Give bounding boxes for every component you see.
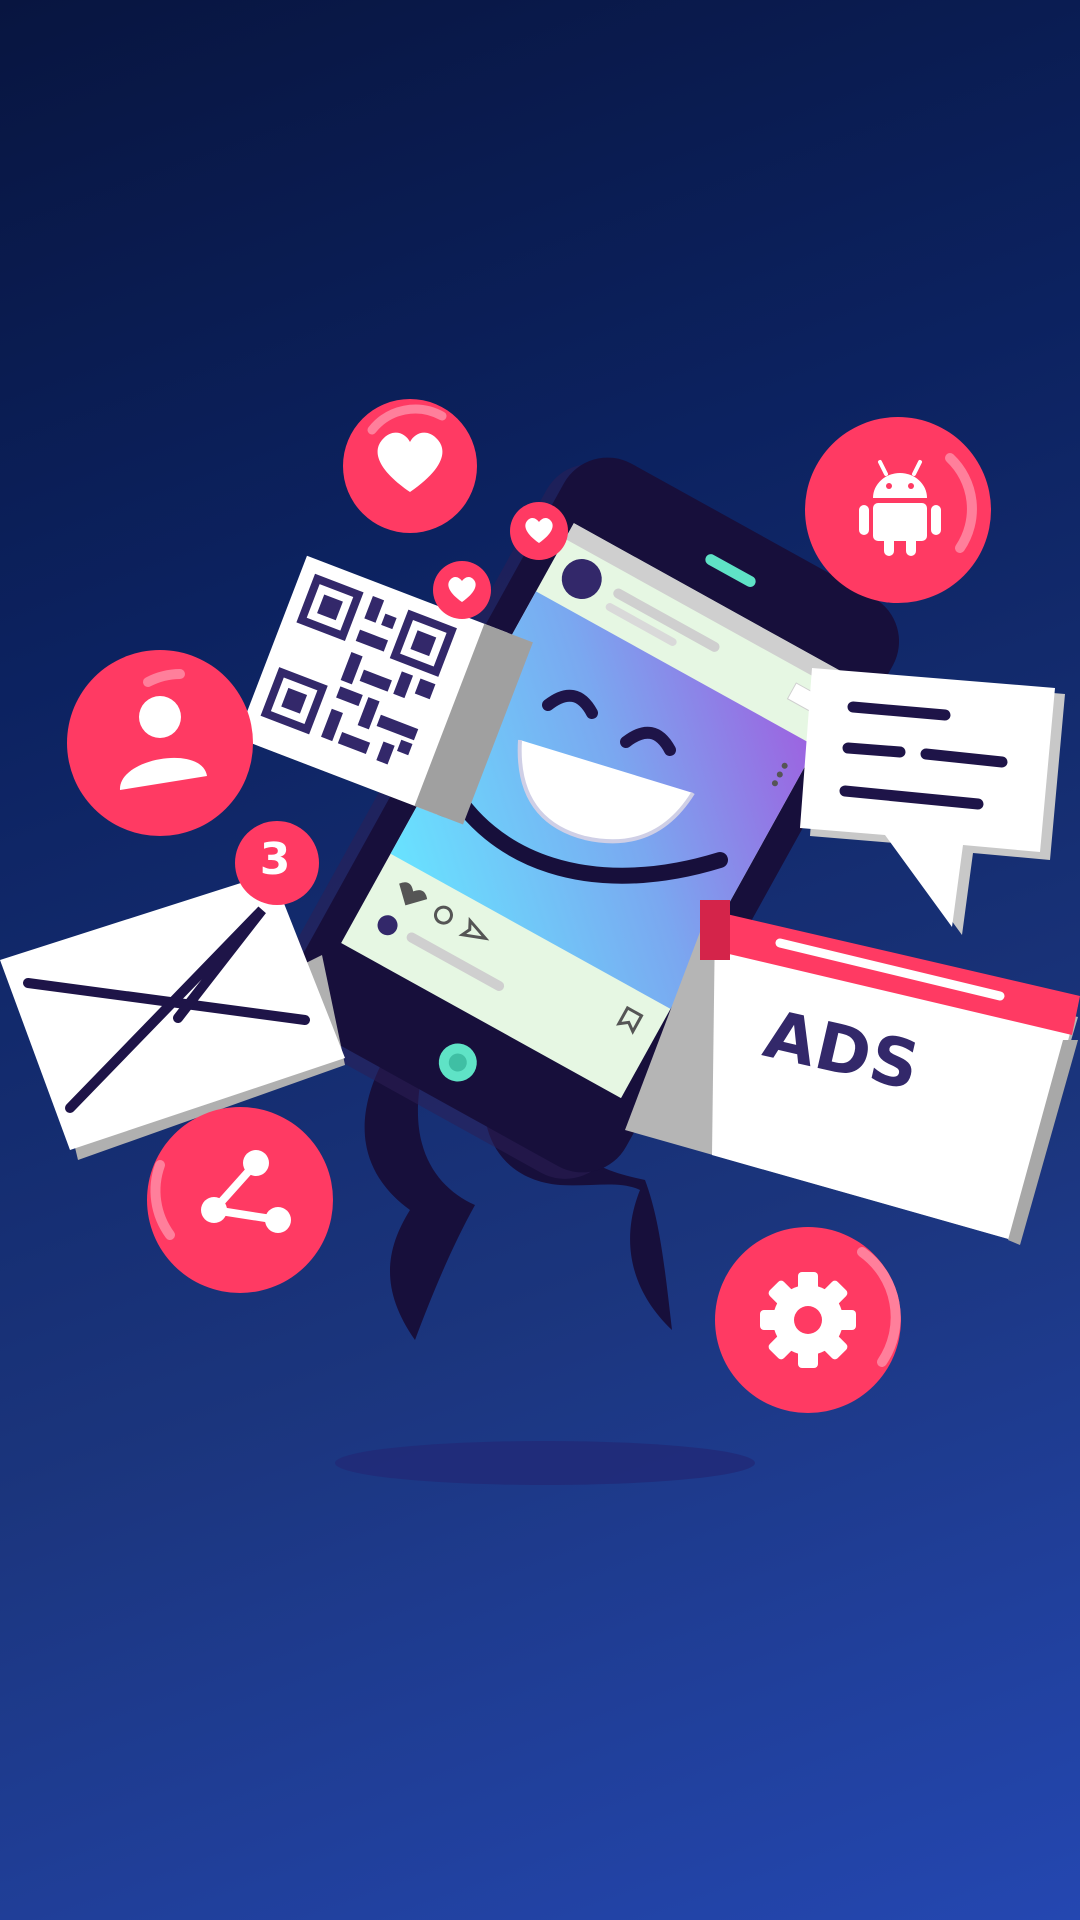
gear-icon bbox=[760, 1272, 856, 1368]
heart-bubble-tiny bbox=[433, 561, 491, 619]
heart-bubble-large bbox=[343, 399, 477, 533]
gear-bubble bbox=[715, 1227, 901, 1413]
floor-shadow bbox=[335, 1441, 755, 1485]
illustration-canvas bbox=[0, 399, 1080, 1485]
share-bubble bbox=[147, 1107, 333, 1293]
user-bubble bbox=[67, 650, 253, 836]
heart-bubble-small bbox=[510, 502, 568, 560]
android-bubble bbox=[805, 417, 991, 603]
mail-card bbox=[0, 873, 345, 1160]
notification-count: 3 bbox=[259, 834, 291, 885]
illustration-stage: ADS 3 bbox=[0, 0, 1080, 1920]
chat-bubble-card bbox=[800, 668, 1065, 935]
mail-icon bbox=[0, 873, 345, 1150]
